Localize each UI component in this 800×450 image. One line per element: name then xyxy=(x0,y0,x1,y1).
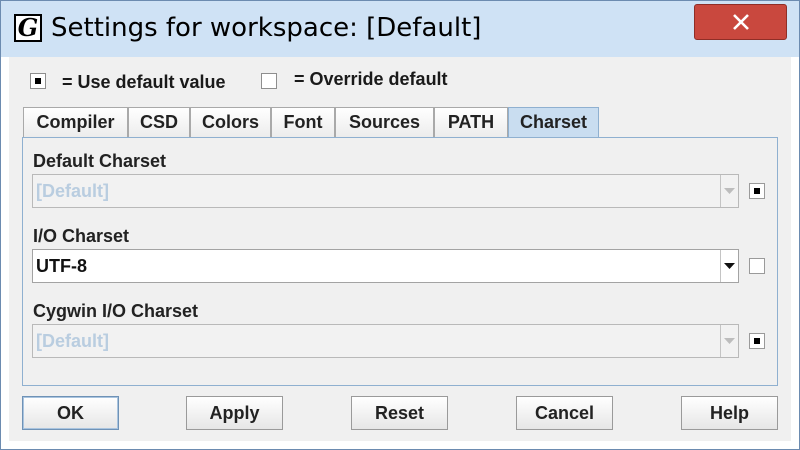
dropdown-button[interactable] xyxy=(720,325,738,357)
window-title: Settings for workspace: [Default] xyxy=(51,13,482,43)
tab-path[interactable]: PATH xyxy=(434,107,508,137)
default-indicator-icon xyxy=(30,73,46,89)
default-charset-value: [Default] xyxy=(36,181,109,201)
io-charset-select[interactable]: UTF-8 xyxy=(32,249,739,283)
charset-panel: Default Charset [Default] I/O Charset UT… xyxy=(22,137,778,386)
io-charset-value: UTF-8 xyxy=(36,256,87,276)
override-indicator-icon xyxy=(261,73,277,89)
settings-dialog: G Settings for workspace: [Default] = Us… xyxy=(0,0,800,450)
legend-default-label: = Use default value xyxy=(62,72,226,92)
tab-csd[interactable]: CSD xyxy=(128,107,190,137)
cygwin-io-charset-label: Cygwin I/O Charset xyxy=(33,301,199,321)
tab-font[interactable]: Font xyxy=(271,107,335,137)
default-charset-select[interactable]: [Default] xyxy=(32,174,739,208)
dropdown-button[interactable] xyxy=(720,250,738,282)
ok-button[interactable]: OK xyxy=(22,396,119,430)
io-charset-label: I/O Charset xyxy=(33,226,130,246)
cygwin-io-charset-select[interactable]: [Default] xyxy=(32,324,739,358)
io-charset-override-checkbox[interactable] xyxy=(749,258,765,274)
cancel-button[interactable]: Cancel xyxy=(516,396,613,430)
default-charset-label: Default Charset xyxy=(33,151,167,171)
close-button[interactable] xyxy=(694,4,787,40)
help-button[interactable]: Help xyxy=(681,396,778,430)
cygwin-io-charset-override-checkbox[interactable] xyxy=(749,333,765,349)
default-charset-override-checkbox[interactable] xyxy=(749,183,765,199)
dialog-content: = Use default value = Override default C… xyxy=(9,57,791,441)
app-logo-icon: G xyxy=(14,14,42,42)
dropdown-button[interactable] xyxy=(720,175,738,207)
cygwin-io-charset-value: [Default] xyxy=(36,331,109,351)
chevron-down-icon xyxy=(724,263,735,269)
tab-charset[interactable]: Charset xyxy=(508,107,599,139)
tab-compiler[interactable]: Compiler xyxy=(23,107,128,137)
reset-button[interactable]: Reset xyxy=(351,396,448,430)
title-bar[interactable]: G Settings for workspace: [Default] xyxy=(1,1,799,57)
legend-override-label: = Override default xyxy=(294,69,448,89)
tab-sources[interactable]: Sources xyxy=(335,107,434,137)
chevron-down-icon xyxy=(724,188,735,194)
close-icon xyxy=(733,14,749,30)
apply-button[interactable]: Apply xyxy=(186,396,283,430)
chevron-down-icon xyxy=(724,338,735,344)
tab-colors[interactable]: Colors xyxy=(190,107,271,137)
